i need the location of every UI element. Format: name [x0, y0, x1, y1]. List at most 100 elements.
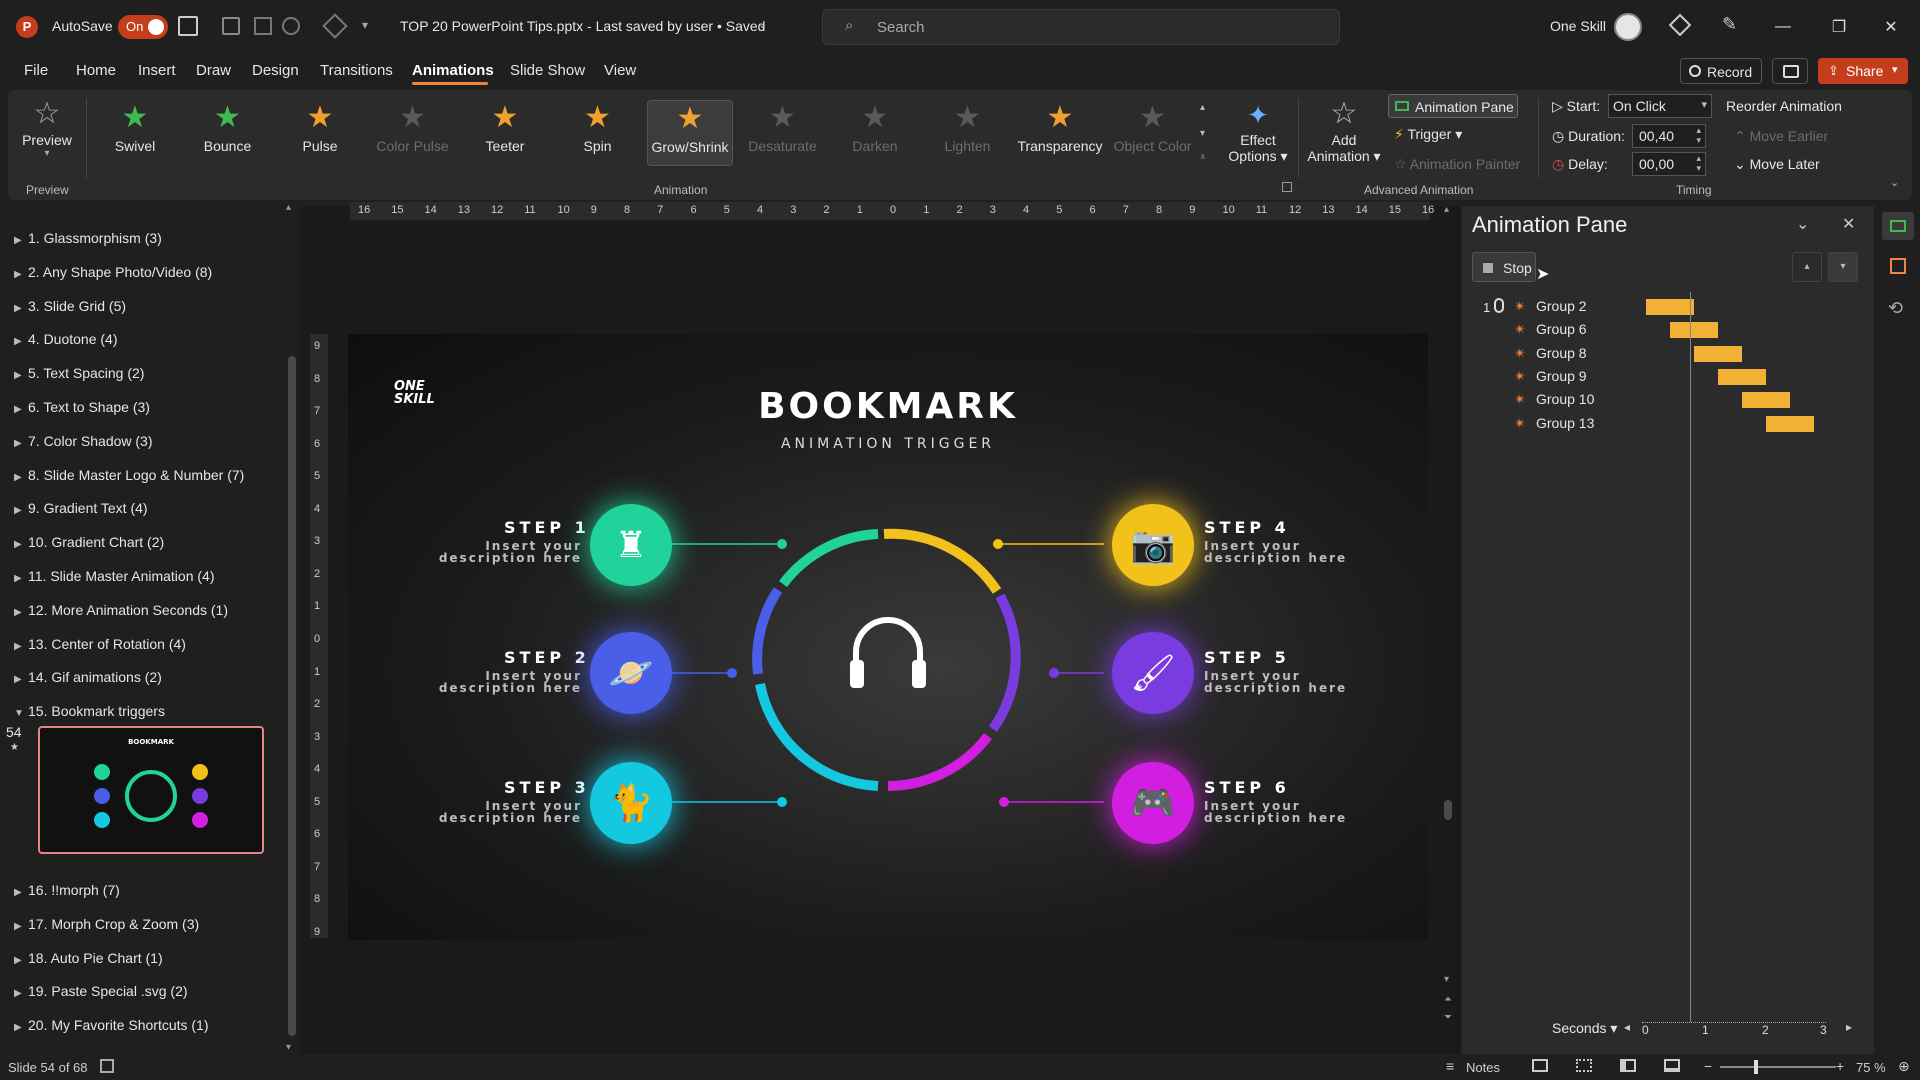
- timeline-bar[interactable]: [1742, 392, 1790, 409]
- previous-slide-icon[interactable]: ⏶: [1444, 994, 1452, 1005]
- designer-icon[interactable]: ⟲: [1888, 298, 1903, 319]
- animation-painter-button[interactable]: ☆ Animation Painter: [1394, 156, 1520, 173]
- outline-scroll-up-icon[interactable]: ▴: [286, 202, 291, 213]
- outline-section[interactable]: ▶ 4. Duotone (4): [14, 331, 118, 347]
- editor-scroll-down-icon[interactable]: ▾: [1444, 974, 1449, 985]
- save-icon[interactable]: [178, 16, 198, 36]
- duration-input[interactable]: 00,40 ▴ ▾: [1632, 124, 1706, 148]
- tab-slide-show[interactable]: Slide Show: [510, 62, 585, 79]
- record-button[interactable]: Record: [1680, 58, 1762, 84]
- chevron-right-icon[interactable]: ▶: [14, 887, 28, 898]
- tab-design[interactable]: Design: [252, 62, 299, 79]
- gallery-scroll-up-icon[interactable]: ▴: [1200, 102, 1205, 113]
- gallery-scroll-down-icon[interactable]: ▾: [1200, 128, 1205, 139]
- animation-pane-tab-icon[interactable]: [1882, 212, 1914, 240]
- chevron-right-icon[interactable]: ▶: [14, 370, 28, 381]
- animation-list-item[interactable]: Group 2: [1536, 298, 1587, 314]
- chevron-right-icon[interactable]: ▶: [14, 573, 28, 584]
- zoom-slider[interactable]: [1720, 1060, 1836, 1074]
- outline-scroll-down-icon[interactable]: ▾: [286, 1042, 291, 1053]
- timeline-bar[interactable]: [1766, 415, 1814, 432]
- accessibility-icon[interactable]: [100, 1059, 114, 1073]
- timeline-bar[interactable]: [1646, 299, 1694, 315]
- tab-animations[interactable]: Animations: [412, 62, 494, 79]
- outline-section[interactable]: ▶ 17. Morph Crop & Zoom (3): [14, 916, 199, 932]
- zoom-in-icon[interactable]: +: [1836, 1058, 1844, 1074]
- tab-insert[interactable]: Insert: [138, 62, 176, 79]
- preview-button[interactable]: ☆ Preview ▾: [18, 96, 76, 172]
- chevron-right-icon[interactable]: ▶: [14, 235, 28, 246]
- seconds-dropdown[interactable]: Seconds ▾: [1552, 1020, 1617, 1037]
- title-dropdown-icon[interactable]: ⌄: [758, 18, 767, 31]
- customize-toolbar-icon[interactable]: ▾: [362, 18, 368, 32]
- format-pane-icon[interactable]: [1890, 258, 1906, 274]
- outline-section[interactable]: ▶ 5. Text Spacing (2): [14, 365, 144, 381]
- next-slide-icon[interactable]: ⏷: [1444, 1012, 1452, 1023]
- add-animation-button[interactable]: ☆ Add Animation ▾: [1306, 96, 1382, 176]
- format-painter-icon[interactable]: [322, 13, 348, 39]
- step-3-circle[interactable]: 🐈: [590, 762, 672, 844]
- outline-scrollbar[interactable]: [288, 356, 296, 1036]
- chevron-right-icon[interactable]: ▶: [14, 303, 28, 314]
- chevron-right-icon[interactable]: ▶: [14, 674, 28, 685]
- avatar[interactable]: [1614, 13, 1642, 41]
- user-name[interactable]: One Skill: [1550, 18, 1606, 34]
- chevron-right-icon[interactable]: ▶: [14, 988, 28, 999]
- chevron-right-icon[interactable]: ▶: [14, 641, 28, 652]
- tab-view[interactable]: View: [604, 62, 636, 79]
- slide-canvas[interactable]: ONE SKILL BOOKMARK ANIMATION TRIGGER STE…: [348, 334, 1428, 940]
- chevron-right-icon[interactable]: ▶: [14, 1022, 28, 1033]
- diamond-icon[interactable]: [1668, 13, 1692, 37]
- timeline-bar[interactable]: [1670, 322, 1718, 339]
- tab-home[interactable]: Home: [76, 62, 116, 79]
- slide-show-icon[interactable]: [1664, 1059, 1680, 1072]
- zoom-slider-thumb[interactable]: [1754, 1060, 1758, 1074]
- step-2-circle[interactable]: 🪐: [590, 632, 672, 714]
- animation-pane-button[interactable]: Animation Pane: [1388, 94, 1518, 118]
- outline-section[interactable]: ▶ 20. My Favorite Shortcuts (1): [14, 1017, 209, 1033]
- share-button[interactable]: ⇪ Share ▾: [1818, 58, 1908, 84]
- animation-list-item[interactable]: Group 13: [1536, 415, 1594, 431]
- fit-slide-icon[interactable]: ⊕: [1898, 1058, 1910, 1075]
- animation-color-pulse-button[interactable]: ★ Color Pulse: [370, 100, 456, 166]
- search-box[interactable]: ⌕ Search: [822, 9, 1340, 45]
- outline-section[interactable]: ▶ 7. Color Shadow (3): [14, 433, 153, 449]
- zoom-out-icon[interactable]: −: [1704, 1058, 1712, 1074]
- outline-section[interactable]: ▶ 10. Gradient Chart (2): [14, 534, 164, 550]
- animation-pulse-button[interactable]: ★ Pulse: [277, 100, 363, 166]
- move-up-button[interactable]: ▴: [1792, 252, 1822, 282]
- pane-options-icon[interactable]: ⌄: [1796, 214, 1809, 234]
- outline-section[interactable]: ▶ 3. Slide Grid (5): [14, 298, 126, 314]
- pane-close-icon[interactable]: ✕: [1842, 214, 1855, 234]
- trigger-button[interactable]: ⚡ Trigger ▾: [1394, 126, 1462, 143]
- document-title[interactable]: TOP 20 PowerPoint Tips.pptx - Last saved…: [400, 18, 765, 34]
- normal-view-icon[interactable]: [1532, 1059, 1548, 1072]
- notes-button[interactable]: Notes: [1466, 1060, 1500, 1075]
- animation-transparency-button[interactable]: ★ Transparency: [1017, 100, 1103, 166]
- animation-desaturate-button[interactable]: ★ Desaturate: [740, 100, 826, 166]
- animation-darken-button[interactable]: ★ Darken: [832, 100, 918, 166]
- tab-draw[interactable]: Draw: [196, 62, 231, 79]
- outline-section[interactable]: ▶ 14. Gif animations (2): [14, 669, 162, 685]
- gallery-more-icon[interactable]: ⩡: [1200, 152, 1206, 163]
- outline-section[interactable]: ▶ 2. Any Shape Photo/Video (8): [14, 264, 212, 280]
- outline-section[interactable]: ▶ 13. Center of Rotation (4): [14, 636, 186, 652]
- spinner-icon[interactable]: ▴ ▾: [1696, 153, 1701, 173]
- slide-thumbnail[interactable]: BOOKMARK: [38, 726, 264, 854]
- timeline-left-icon[interactable]: ◂: [1624, 1020, 1630, 1034]
- step-1-circle[interactable]: ♜: [590, 504, 672, 586]
- animation-list-item[interactable]: Group 9: [1536, 368, 1587, 384]
- collapse-ribbon-icon[interactable]: ⌄: [1890, 176, 1899, 189]
- outline-section[interactable]: ▶ 9. Gradient Text (4): [14, 500, 148, 516]
- comments-button[interactable]: [1772, 58, 1808, 84]
- outline-section[interactable]: ▶ 16. !!morph (7): [14, 882, 120, 898]
- animation-list-item[interactable]: Group 10: [1536, 391, 1594, 407]
- move-later-button[interactable]: ⌄ Move Later: [1734, 156, 1820, 173]
- editor-scrollbar[interactable]: [1444, 800, 1452, 820]
- timeline-bar[interactable]: [1694, 345, 1742, 362]
- close-icon[interactable]: ✕: [1868, 0, 1914, 54]
- move-down-button[interactable]: ▾: [1828, 252, 1858, 282]
- animation-spin-button[interactable]: ★ Spin: [555, 100, 641, 166]
- chevron-right-icon[interactable]: ▶: [14, 921, 28, 932]
- animation-swivel-button[interactable]: ★ Swivel: [92, 100, 178, 166]
